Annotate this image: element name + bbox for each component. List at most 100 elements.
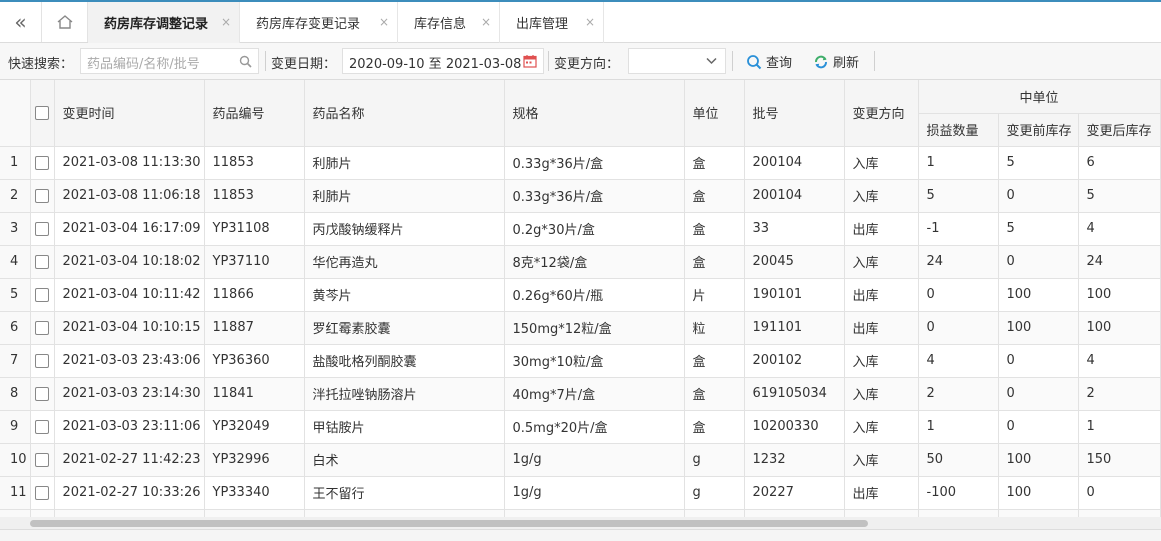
close-icon[interactable]: × [585, 15, 595, 29]
cell-before: 0 [998, 179, 1079, 213]
header-after[interactable]: 变更后库存 [1078, 113, 1161, 147]
header-code[interactable]: 药品编号 [204, 80, 305, 147]
date-range-value: 2020-09-10 至 2021-03-08 [349, 57, 522, 72]
tab-stock-info[interactable]: 库存信息 × [398, 2, 500, 43]
header-group-medium-unit: 中单位 [918, 80, 1161, 114]
cell-qty: 1 [918, 410, 999, 444]
cell-before: 100 [998, 278, 1079, 312]
search-input[interactable]: 药品编码/名称/批号 [80, 48, 259, 74]
row-checkbox-cell [30, 245, 55, 279]
row-number: 3 [0, 212, 31, 246]
search-icon [747, 54, 762, 69]
direction-select[interactable] [628, 48, 726, 74]
cell-qty: 0 [918, 311, 999, 345]
home-button[interactable] [42, 2, 88, 42]
table-row[interactable]: 4 2021-03-04 10:18:02 YP37110 华佗再造丸 8克*12袋/盒… [0, 245, 1161, 279]
table-row[interactable]: 11 2021-02-27 10:33:26 YP33340 王不留行 1g/g g 202… [0, 476, 1161, 510]
row-checkbox-cell [30, 278, 55, 312]
table-row[interactable]: 7 2021-03-03 23:43:06 YP36360 盐酸吡格列酮胶囊 30mg*… [0, 344, 1161, 378]
table-row[interactable]: 1 2021-03-08 11:13:30 11853 利肺片 0.33g*36片/盒盒… [0, 146, 1161, 180]
cell-after: 6 [1078, 146, 1161, 180]
table-row[interactable]: 9 2021-03-03 23:11:06 YP32049 甲钴胺片 0.5mg*20片… [0, 410, 1161, 444]
header-spec[interactable]: 规格 [504, 80, 685, 147]
table-row[interactable]: 3 2021-03-04 16:17:09 YP31108 丙戊酸钠缓释片 0.2g*3… [0, 212, 1161, 246]
close-icon[interactable]: × [379, 15, 389, 29]
row-checkbox[interactable] [35, 485, 49, 500]
cell-qty: 5 [918, 179, 999, 213]
cell-batch: 1232 [744, 443, 845, 477]
table-row[interactable]: 10 2021-02-27 11:42:23 YP32996 白术 1g/g g 1232 入… [0, 443, 1161, 477]
divider [265, 51, 266, 71]
cell-direction: 入库 [844, 245, 919, 279]
cell-code: 11866 [204, 278, 305, 312]
tab-label: 药房库存变更记录 [256, 17, 361, 32]
table-row[interactable]: 2 2021-03-08 11:06:18 11853 利肺片 0.33g*36片/盒盒… [0, 179, 1161, 213]
cell-unit: 粒 [684, 311, 745, 345]
back-nav-button[interactable]: « [0, 2, 42, 42]
tab-pharmacy-stock-adjust[interactable]: 药房库存调整记录 × [88, 2, 240, 43]
cell-after: 5 [1078, 179, 1161, 213]
refresh-button[interactable]: 刷新 [813, 52, 859, 71]
cell-spec: 0.5mg*20片/盒 [504, 410, 685, 444]
cell-spec: 0.26g*60片/瓶 [504, 278, 685, 312]
row-number-header [0, 80, 31, 147]
query-button[interactable]: 查询 [746, 52, 792, 71]
cell-unit: g [684, 476, 745, 510]
cell-after: 2 [1078, 377, 1161, 411]
row-checkbox[interactable] [35, 386, 49, 401]
close-icon[interactable]: × [481, 15, 491, 29]
cell-batch: 33 [744, 212, 845, 246]
table-row[interactable]: 6 2021-03-04 10:10:15 11887 罗红霉素胶囊 150mg*12粒… [0, 311, 1161, 345]
calendar-icon [523, 55, 537, 68]
row-checkbox[interactable] [35, 287, 49, 302]
table-row[interactable]: 8 2021-03-03 23:14:30 11841 泮托拉唑钠肠溶片 40mg*7片… [0, 377, 1161, 411]
tab-pharmacy-stock-change[interactable]: 药房库存变更记录 × [240, 2, 398, 43]
row-checkbox[interactable] [35, 320, 49, 335]
header-name[interactable]: 药品名称 [304, 80, 505, 147]
search-icon [239, 55, 252, 68]
row-checkbox[interactable] [35, 452, 49, 467]
header-direction[interactable]: 变更方向 [844, 80, 919, 147]
cell-batch: 191101 [744, 311, 845, 345]
row-checkbox[interactable] [35, 188, 49, 203]
refresh-label: 刷新 [833, 56, 860, 71]
cell-name: 利肺片 [304, 179, 505, 213]
header-unit[interactable]: 单位 [684, 80, 745, 147]
select-all-checkbox[interactable] [35, 105, 49, 120]
cell-spec: 1g/g [504, 476, 685, 510]
cell-name: 甲钴胺片 [304, 410, 505, 444]
header-before[interactable]: 变更前库存 [998, 113, 1079, 147]
header-batch[interactable]: 批号 [744, 80, 845, 147]
query-label: 查询 [766, 56, 793, 71]
cell-unit: 盒 [684, 377, 745, 411]
row-checkbox-cell [30, 344, 55, 378]
header-time[interactable]: 变更时间 [54, 80, 205, 147]
cell-unit: 盒 [684, 179, 745, 213]
tab-outbound[interactable]: 出库管理 × [500, 2, 604, 43]
row-checkbox[interactable] [35, 353, 49, 368]
select-all-checkbox-cell [30, 80, 55, 147]
header-qty[interactable]: 损益数量 [918, 113, 999, 147]
scrollbar-thumb[interactable] [30, 520, 868, 527]
cell-code: 11853 [204, 146, 305, 180]
row-checkbox-cell [30, 377, 55, 411]
row-checkbox[interactable] [35, 221, 49, 236]
row-checkbox[interactable] [35, 419, 49, 434]
close-icon[interactable]: × [221, 15, 231, 29]
horizontal-scrollbar[interactable] [0, 517, 1161, 529]
row-checkbox[interactable] [35, 254, 49, 269]
row-number: 8 [0, 377, 31, 411]
cell-qty: -100 [918, 476, 999, 510]
date-range-input[interactable]: 2020-09-10 至 2021-03-08 [342, 48, 544, 74]
refresh-icon [815, 55, 827, 68]
table-body: 1 2021-03-08 11:13:30 11853 利肺片 0.33g*36片/盒盒… [0, 146, 1161, 541]
table-row[interactable]: 5 2021-03-04 10:11:42 11866 黄芩片 0.26g*60片/瓶片… [0, 278, 1161, 312]
cell-spec: 150mg*12粒/盒 [504, 311, 685, 345]
row-checkbox[interactable] [35, 155, 49, 170]
direction-label: 变更方向： [554, 57, 620, 72]
cell-name: 白术 [304, 443, 505, 477]
row-number: 2 [0, 179, 31, 213]
cell-direction: 出库 [844, 476, 919, 510]
row-number: 5 [0, 278, 31, 312]
cell-name: 罗红霉素胶囊 [304, 311, 505, 345]
